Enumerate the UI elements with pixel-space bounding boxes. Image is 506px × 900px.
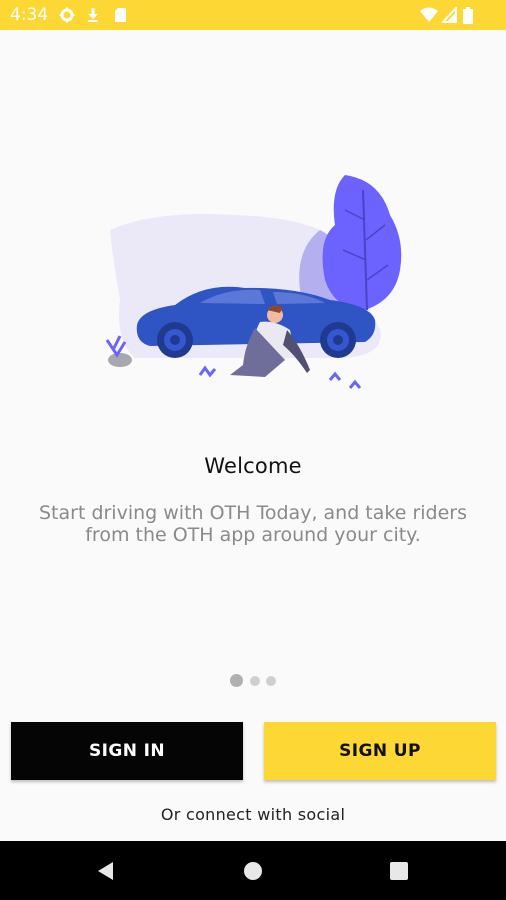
battery-icon [461, 0, 475, 30]
page-dot [250, 676, 260, 686]
navigation-bar [0, 841, 506, 900]
gear-icon [58, 0, 76, 30]
sign-up-button[interactable]: SIGN UP [264, 722, 496, 780]
page-indicator [230, 674, 290, 688]
sign-in-button[interactable]: SIGN IN [11, 722, 243, 780]
recents-icon[interactable] [369, 841, 429, 900]
connect-with-social-link[interactable]: Or connect with social [0, 805, 506, 824]
signal-icon [441, 0, 457, 30]
download-icon [86, 0, 100, 30]
welcome-description-line-1: Start driving with OTH Today, and take r… [38, 502, 468, 524]
sd-card-icon [112, 0, 128, 30]
status-bar: 4:34 [0, 0, 506, 30]
welcome-description: Start driving with OTH Today, and take r… [28, 502, 478, 546]
car-person-illustration [95, 170, 415, 400]
wifi-icon [418, 0, 440, 30]
status-time: 4:34 [10, 5, 49, 25]
welcome-title: Welcome [204, 454, 302, 478]
home-icon[interactable] [223, 841, 283, 900]
page-dot [266, 676, 276, 686]
back-icon[interactable] [76, 841, 136, 900]
welcome-description-line-2: from the OTH app around your city. [85, 524, 421, 546]
page-dot-active [230, 674, 243, 687]
